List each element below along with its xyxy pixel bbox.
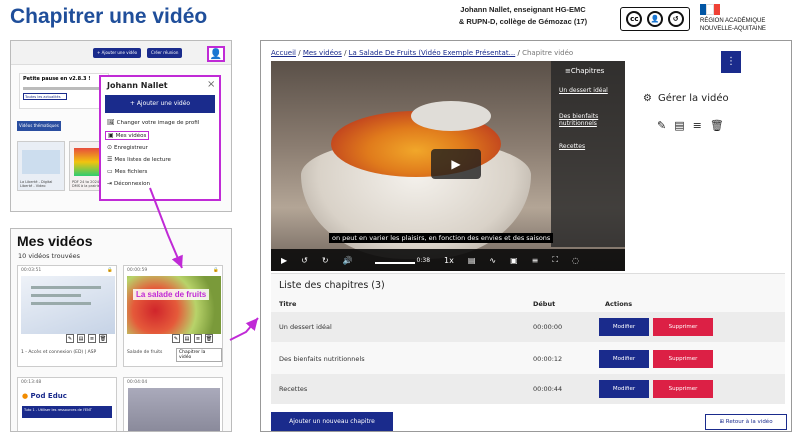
play-button[interactable]: ▶ [431, 149, 481, 179]
table-row: Recettes 00:00:44 Modifier Supprimer [271, 374, 785, 404]
chapter-title: Un dessert idéal [279, 323, 332, 331]
manage-menu-button[interactable]: ⋮ [721, 51, 741, 73]
chapter-title: Recettes [279, 385, 308, 393]
play-icon[interactable]: ▶ [281, 256, 287, 265]
breadcrumb-my-videos[interactable]: Mes vidéos [303, 49, 342, 57]
chapter-link[interactable]: Recettes [559, 143, 615, 150]
volume-slider[interactable] [375, 262, 415, 264]
pip-icon[interactable]: ▣ [510, 256, 518, 265]
doc-icon[interactable]: ▤ [674, 119, 684, 132]
chapter-start: 00:00:12 [533, 355, 563, 363]
breadcrumb-video[interactable]: La Salade De Fruits (Vidéo Exemple Prése… [349, 49, 516, 57]
breadcrumb: Accueil / Mes vidéos / La Salade De Frui… [271, 49, 574, 57]
manage-actions: ✎ ▤ ≡ 🗑 [657, 119, 724, 132]
breadcrumb-home[interactable]: Accueil [271, 49, 296, 57]
column-start: Début [533, 300, 556, 308]
column-title: Titre [279, 300, 297, 308]
modify-button[interactable]: Modifier [599, 318, 649, 336]
trash-icon[interactable]: 🗑 [710, 119, 724, 132]
chapter-title: Des bienfaits nutritionnels [279, 355, 365, 363]
modify-button[interactable]: Modifier [599, 380, 649, 398]
volume-icon[interactable]: 🔊 [343, 256, 353, 265]
add-chapter-button[interactable]: Ajouter un nouveau chapitre [271, 412, 393, 431]
speed-button[interactable]: 1x [444, 256, 454, 265]
list-icon[interactable]: ≡ [693, 119, 702, 132]
audio-icon[interactable]: ∿ [489, 256, 496, 265]
back-icon: ⊞ [719, 419, 725, 425]
forward-icon[interactable]: ↻ [322, 256, 329, 265]
gear-icon: ⚙ [643, 93, 652, 104]
back-to-video-button[interactable]: ⊞ Retour à la vidéo [705, 414, 787, 430]
delete-button[interactable]: Supprimer [653, 380, 713, 398]
fullscreen-icon[interactable]: ⛶ [552, 255, 558, 265]
subtitles-icon[interactable]: ▤ [468, 256, 476, 265]
play-icon: ▶ [451, 157, 461, 171]
video-player[interactable]: ▶ ≡Chapitres Un dessert idéal Des bienfa… [271, 61, 625, 271]
chapter-start: 00:00:44 [533, 385, 563, 393]
delete-button[interactable]: Supprimer [653, 318, 713, 336]
loading-icon: ◌ [571, 255, 579, 265]
chapter-editor: Accueil / Mes vidéos / La Salade De Frui… [260, 40, 792, 432]
chapter-start: 00:00:00 [533, 323, 563, 331]
chapter-list-title: Liste des chapitres (3) [279, 280, 385, 291]
column-actions: Actions [605, 300, 633, 308]
player-controls: ▶ ↺ ↻ 🔊 0:38 1x ▤ ∿ ▣ ≡ ⛶ ◌ [271, 249, 625, 271]
current-time: 0:38 [416, 256, 431, 264]
chapters-menu: ≡Chapitres Un dessert idéal Des bienfait… [551, 61, 625, 247]
manage-video-title: ⚙ Gérer la vidéo [643, 93, 729, 104]
chapters-icon[interactable]: ≡ [532, 256, 539, 265]
breadcrumb-current: Chapitre vidéo [522, 49, 574, 57]
subtitle-text: on peut en varier les plaisirs, en fonct… [329, 233, 554, 243]
rewind-icon[interactable]: ↺ [301, 256, 308, 265]
edit-icon[interactable]: ✎ [657, 119, 666, 132]
table-row: Des bienfaits nutritionnels 00:00:12 Mod… [271, 344, 785, 374]
delete-button[interactable]: Supprimer [653, 350, 713, 368]
chapter-list: Liste des chapitres (3) Titre Début Acti… [271, 273, 785, 404]
modify-button[interactable]: Modifier [599, 350, 649, 368]
table-row: Un dessert idéal 00:00:00 Modifier Suppr… [271, 312, 785, 342]
chapter-link[interactable]: Un dessert idéal [559, 87, 615, 94]
chapters-header: ≡Chapitres [565, 67, 605, 75]
chapter-link[interactable]: Des bienfaits nutritionnels [559, 113, 615, 127]
